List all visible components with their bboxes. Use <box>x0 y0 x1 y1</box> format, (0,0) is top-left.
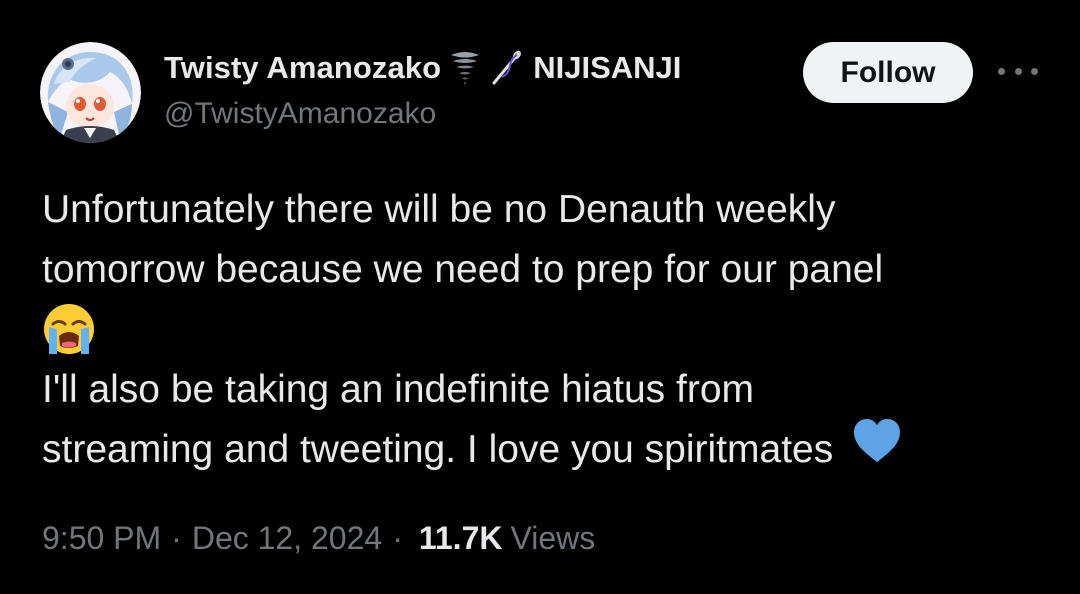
views-label[interactable]: Views <box>510 520 595 557</box>
meta-separator: · <box>171 520 182 556</box>
tweet-date[interactable]: Dec 12, 2024 <box>192 520 382 557</box>
more-dot-icon <box>998 67 1005 75</box>
avatar[interactable] <box>40 42 141 143</box>
tweet-line-with-heart: streaming and tweeting. I love you spiri… <box>42 418 1042 482</box>
tweet-line: Unfortunately there will be no Denauth w… <box>42 188 836 231</box>
author-display-name[interactable]: Twisty Amanozako <box>164 50 441 86</box>
tweet-meta: 9:50 PM · Dec 12, 2024 · 11.7K Views <box>42 520 595 557</box>
needle-icon <box>489 48 525 88</box>
more-options-button[interactable] <box>998 58 1038 84</box>
more-dot-icon <box>1014 67 1022 75</box>
author-affiliation: NIJISANJI <box>533 50 682 85</box>
more-dot-icon <box>1031 67 1038 75</box>
tweet-line-emoji <box>42 300 1042 360</box>
tweet-text: Unfortunately there will be no Denauth w… <box>42 180 1042 480</box>
meta-separator: · <box>392 520 403 556</box>
tweet-time[interactable]: 9:50 PM <box>42 520 161 557</box>
views-count[interactable]: 11.7K <box>419 520 503 557</box>
tornado-icon <box>447 48 483 88</box>
tweet-line: tomorrow because we need to prep for our… <box>42 248 884 291</box>
avatar-image <box>40 42 141 143</box>
author-name-row: Twisty Amanozako NIJISANJI <box>164 48 681 88</box>
tweet-line: I'll also be taking an indefinite hiatus… <box>42 368 755 411</box>
follow-button[interactable]: Follow <box>803 42 973 103</box>
tweet-card: Twisty Amanozako NIJISANJI @TwistyAmanoz… <box>0 0 1080 594</box>
tweet-line: streaming and tweeting. I love you spiri… <box>42 428 834 471</box>
blue-heart-emoji <box>844 418 902 482</box>
author-handle[interactable]: @TwistyAmanozako <box>164 97 436 131</box>
